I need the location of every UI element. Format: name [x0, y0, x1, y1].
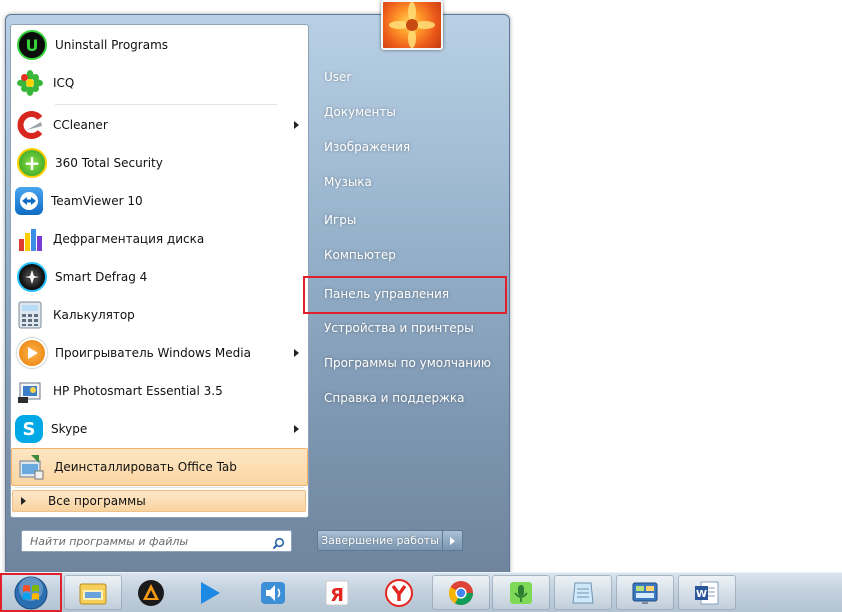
taskbar-file-explorer[interactable] [64, 575, 122, 610]
program-disk-defrag[interactable]: Дефрагментация диска [11, 220, 308, 258]
program-office-tab-uninstall[interactable]: Деинсталлировать Office Tab [11, 448, 308, 486]
taskbar-audio[interactable] [244, 575, 302, 610]
shutdown-button[interactable]: Завершение работы [317, 530, 443, 551]
program-hp-photosmart[interactable]: HP Photosmart Essential 3.5 [11, 372, 308, 410]
submenu-arrow-icon [294, 425, 299, 433]
program-uninstall-programs[interactable]: U Uninstall Programs [11, 26, 308, 64]
360-total-security-icon: + [17, 148, 47, 178]
taskbar-control-panel[interactable] [616, 575, 674, 610]
program-teamviewer[interactable]: TeamViewer 10 [11, 182, 308, 220]
media-play-icon [201, 581, 220, 604]
program-icq[interactable]: ICQ [11, 64, 308, 102]
right-item-default-programs[interactable]: Программы по умолчанию [316, 348, 506, 378]
program-ccleaner[interactable]: CCleaner [11, 106, 308, 144]
word-icon: W [695, 581, 719, 604]
taskbar-microphone[interactable] [492, 575, 550, 610]
teamviewer-icon [15, 187, 43, 215]
start-button[interactable] [0, 573, 62, 612]
audio-speaker-icon [261, 581, 285, 604]
program-smart-defrag[interactable]: Smart Defrag 4 [11, 258, 308, 296]
separator [15, 487, 304, 488]
yandex-browser-icon [385, 578, 413, 607]
right-item-games[interactable]: Игры [316, 205, 506, 235]
right-item-documents[interactable]: Документы [316, 97, 506, 127]
taskbar-aimp[interactable] [122, 575, 180, 610]
chrome-icon [448, 580, 473, 605]
taskbar-word[interactable]: W [678, 575, 736, 610]
taskbar-yandex-browser[interactable] [370, 575, 428, 610]
taskbar-media-play[interactable] [180, 575, 238, 610]
taskbar-yandex[interactable]: Я [308, 575, 366, 610]
hp-photosmart-icon [15, 376, 45, 406]
disk-defrag-icon [15, 224, 45, 254]
program-calculator[interactable]: Калькулятор [11, 296, 308, 334]
shutdown-options-button[interactable] [443, 530, 463, 551]
yandex-icon: Я [325, 580, 349, 606]
ccleaner-icon [15, 110, 45, 140]
user-picture[interactable] [381, 0, 443, 50]
smart-defrag-icon [17, 262, 47, 292]
program-360-total-security[interactable]: + 360 Total Security [11, 144, 308, 182]
right-item-pictures[interactable]: Изображения [316, 132, 506, 162]
skype-icon: S [15, 415, 43, 443]
office-tab-uninstall-icon [16, 452, 46, 482]
start-search-box[interactable] [21, 530, 292, 552]
notepad-icon [572, 582, 594, 603]
svg-text:Я: Я [330, 585, 344, 606]
separator [55, 104, 277, 105]
microphone-icon [510, 581, 532, 604]
file-explorer-icon [79, 583, 107, 604]
svg-text:W: W [696, 589, 707, 600]
taskbar-chrome[interactable] [432, 575, 490, 610]
program-skype[interactable]: S Skype [11, 410, 308, 448]
right-item-music[interactable]: Музыка [316, 167, 506, 197]
control-panel-highlight [303, 276, 507, 314]
submenu-arrow-icon [294, 349, 299, 357]
all-programs-button[interactable]: Все программы [12, 490, 306, 512]
icq-icon [15, 68, 45, 98]
windows-start-orb-icon [14, 576, 48, 609]
aimp-icon [138, 579, 164, 606]
right-item-computer[interactable]: Компьютер [316, 240, 506, 270]
program-windows-media-player[interactable]: Проигрыватель Windows Media [11, 334, 308, 372]
taskbar-notepad[interactable] [554, 575, 612, 610]
chevron-right-icon [450, 536, 455, 545]
control-panel-icon [632, 582, 658, 604]
windows-media-player-icon [17, 338, 47, 368]
shutdown-control: Завершение работы [317, 530, 465, 551]
right-item-help-support[interactable]: Справка и поддержка [316, 383, 506, 413]
calculator-icon [15, 300, 45, 330]
uninstall-programs-icon: U [17, 30, 47, 60]
expand-arrow-icon [21, 497, 26, 505]
search-icon[interactable] [272, 535, 285, 554]
taskbar: Я W [0, 572, 842, 612]
submenu-arrow-icon [294, 121, 299, 129]
search-input[interactable] [28, 533, 267, 549]
right-item-devices-printers[interactable]: Устройства и принтеры [316, 313, 506, 343]
right-item-user[interactable]: User [316, 62, 506, 92]
programs-pane: U Uninstall Programs ICQ CCleaner + 360 … [10, 24, 309, 518]
